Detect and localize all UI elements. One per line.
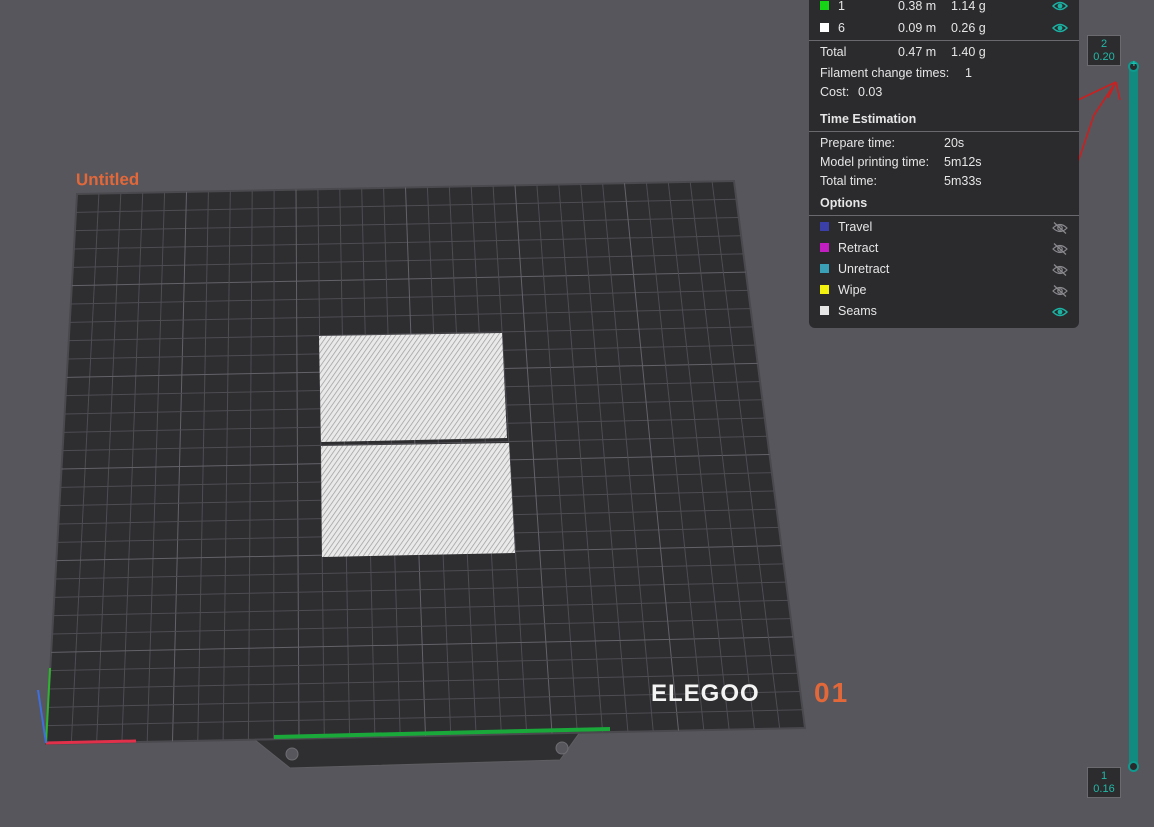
plate-name-label[interactable]: Untitled — [76, 170, 139, 190]
bottom-layer-height: 0.16 — [1093, 783, 1115, 795]
time-value: 20s — [944, 136, 965, 150]
option-label: Travel — [838, 220, 873, 234]
filament-length: 0.38 m — [898, 0, 937, 13]
brand-logo: ELEGOO — [651, 680, 760, 707]
eye-off-icon[interactable] — [1052, 285, 1068, 297]
bottom-layer-number: 1 — [1100, 770, 1108, 782]
option-color-swatch — [820, 264, 829, 273]
top-layer-number: 2 — [1100, 38, 1108, 50]
layer-slider-bottom-handle[interactable] — [1128, 761, 1139, 772]
annotation-arrow — [1077, 81, 1121, 163]
option-color-swatch — [820, 222, 829, 231]
time-value: 5m12s — [944, 155, 982, 169]
cost-label: Cost: — [820, 85, 850, 99]
option-label: Seams — [838, 304, 877, 318]
total-label: Total — [820, 45, 847, 59]
filament-change-value: 1 — [965, 66, 972, 80]
filament-weight: 0.26 g — [951, 21, 986, 35]
time-label: Model printing time: — [820, 155, 930, 169]
time-value: 5m33s — [944, 174, 982, 188]
eye-icon[interactable] — [1052, 22, 1068, 34]
filament-length: 0.09 m — [898, 21, 937, 35]
x-axis — [45, 739, 137, 745]
model-object-bottom — [321, 443, 515, 557]
filament-id: 1 — [838, 0, 845, 13]
cost-value: 0.03 — [858, 85, 883, 99]
z-axis — [37, 689, 47, 744]
filament-color-swatch — [820, 23, 829, 32]
eye-off-icon[interactable] — [1052, 222, 1068, 234]
filament-color-swatch — [820, 1, 829, 10]
eye-icon[interactable] — [1052, 0, 1068, 12]
options-title: Options — [820, 196, 868, 210]
top-layer-label: 2 0.20 — [1087, 35, 1121, 66]
option-color-swatch — [820, 306, 829, 315]
layer-slider-track[interactable] — [1129, 66, 1138, 768]
model-object-top — [319, 333, 507, 442]
time-label: Total time: — [820, 174, 877, 188]
filament-weight: 1.14 g — [951, 0, 986, 13]
top-layer-height: 0.20 — [1093, 51, 1115, 63]
option-label: Retract — [838, 241, 879, 255]
divider — [809, 40, 1079, 41]
divider — [809, 215, 1079, 216]
eye-icon[interactable] — [1052, 306, 1068, 318]
time-estimation-title: Time Estimation — [820, 112, 917, 126]
option-color-swatch — [820, 243, 829, 252]
plate-hole — [285, 747, 299, 761]
divider — [809, 131, 1079, 132]
bottom-layer-label: 1 0.16 — [1087, 767, 1121, 798]
eye-off-icon[interactable] — [1052, 243, 1068, 255]
total-weight: 1.40 g — [951, 45, 986, 59]
total-length: 0.47 m — [898, 45, 937, 59]
plate-number-label: 01 — [814, 677, 850, 708]
option-label: Wipe — [838, 283, 867, 297]
filament-change-label: Filament change times: — [820, 66, 950, 80]
option-color-swatch — [820, 285, 829, 294]
layer-slider-top-handle[interactable] — [1128, 59, 1139, 72]
plate-hole — [555, 741, 569, 755]
option-label: Unretract — [838, 262, 890, 276]
eye-off-icon[interactable] — [1052, 264, 1068, 276]
time-label: Prepare time: — [820, 136, 896, 150]
filament-id: 6 — [838, 21, 845, 35]
slice-statistics-panel: 1 0.38 m 1.14 g 6 0.09 m 0.26 g Total 0.… — [809, 0, 1079, 328]
